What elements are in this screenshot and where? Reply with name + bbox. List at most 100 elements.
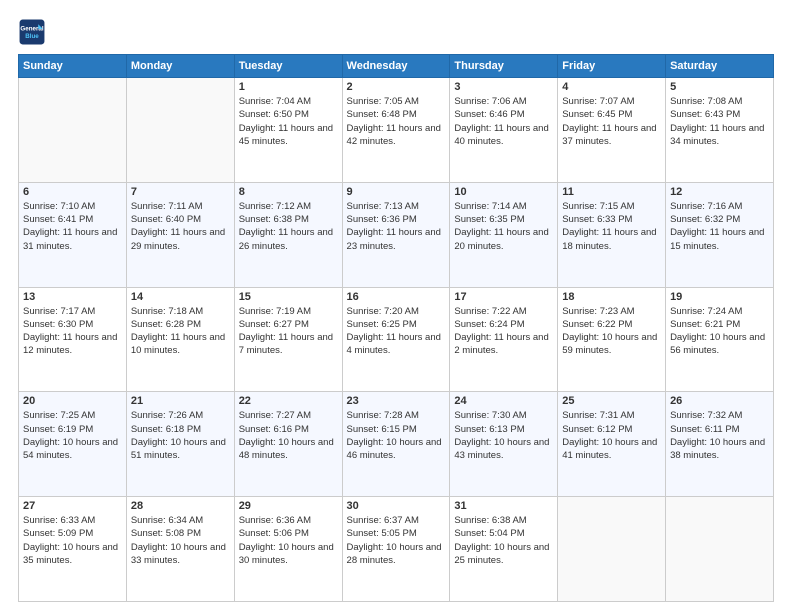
daylight-text: Daylight: 11 hours and 20 minutes.: [454, 226, 553, 253]
calendar-cell: 20 Sunrise: 7:25 AMSunset: 6:19 PMDayligh…: [19, 392, 127, 497]
calendar-cell: [666, 497, 774, 602]
sunset-text: Sunset: 6:21 PM: [670, 318, 769, 331]
day-number: 20: [23, 395, 122, 407]
sunset-text: Sunset: 6:16 PM: [239, 423, 338, 436]
sunrise-text: Sunrise: 7:06 AM: [454, 95, 553, 108]
calendar: SundayMondayTuesdayWednesdayThursdayFrid…: [18, 54, 774, 602]
daylight-text: Daylight: 11 hours and 26 minutes.: [239, 226, 338, 253]
sunrise-text: Sunrise: 7:20 AM: [347, 305, 446, 318]
calendar-cell: 25Sunrise: 7:31 AMSunset: 6:12 PMDayligh…: [558, 392, 666, 497]
logo-icon: General Blue: [18, 18, 46, 46]
calendar-cell: 2Sunrise: 7:05 AMSunset: 6:48 PMDaylight…: [342, 78, 450, 183]
day-number: 16: [347, 291, 446, 303]
sunset-text: Sunset: 6:48 PM: [347, 108, 446, 121]
day-number: 29: [239, 500, 338, 512]
daylight-text: Daylight: 10 hours and 25 minutes.: [454, 541, 553, 568]
daylight-text: Daylight: 11 hours and 7 minutes.: [239, 331, 338, 358]
sunset-text: Sunset: 6:19 PM: [23, 423, 122, 436]
daylight-text: Daylight: 10 hours and 51 minutes.: [131, 436, 230, 463]
daylight-text: Daylight: 10 hours and 38 minutes.: [670, 436, 769, 463]
sunrise-text: Sunrise: 7:28 AM: [347, 409, 446, 422]
sunset-text: Sunset: 6:28 PM: [131, 318, 230, 331]
day-header-friday: Friday: [558, 55, 666, 78]
day-header-wednesday: Wednesday: [342, 55, 450, 78]
day-number: 26: [670, 395, 769, 407]
daylight-text: Daylight: 11 hours and 12 minutes.: [23, 331, 122, 358]
sunset-text: Sunset: 5:09 PM: [23, 527, 122, 540]
day-number: 12: [670, 186, 769, 198]
sunset-text: Sunset: 6:36 PM: [347, 213, 446, 226]
day-header-tuesday: Tuesday: [234, 55, 342, 78]
sunrise-text: Sunrise: 7:16 AM: [670, 200, 769, 213]
sunrise-text: Sunrise: 7:11 AM: [131, 200, 230, 213]
sunset-text: Sunset: 6:24 PM: [454, 318, 553, 331]
sunset-text: Sunset: 6:50 PM: [239, 108, 338, 121]
calendar-cell: 11Sunrise: 7:15 AMSunset: 6:33 PMDayligh…: [558, 182, 666, 287]
calendar-cell: 23Sunrise: 7:28 AMSunset: 6:15 PMDayligh…: [342, 392, 450, 497]
day-number: 7: [131, 186, 230, 198]
day-number: 5: [670, 81, 769, 93]
calendar-header-row: SundayMondayTuesdayWednesdayThursdayFrid…: [19, 55, 774, 78]
sunrise-text: Sunrise: 7:17 AM: [23, 305, 122, 318]
daylight-text: Daylight: 10 hours and 35 minutes.: [23, 541, 122, 568]
daylight-text: Daylight: 10 hours and 46 minutes.: [347, 436, 446, 463]
daylight-text: Daylight: 11 hours and 40 minutes.: [454, 122, 553, 149]
day-number: 18: [562, 291, 661, 303]
sunrise-text: Sunrise: 7:26 AM: [131, 409, 230, 422]
calendar-cell: 14Sunrise: 7:18 AMSunset: 6:28 PMDayligh…: [126, 287, 234, 392]
sunrise-text: Sunrise: 6:37 AM: [347, 514, 446, 527]
calendar-cell: 19Sunrise: 7:24 AMSunset: 6:21 PMDayligh…: [666, 287, 774, 392]
day-header-thursday: Thursday: [450, 55, 558, 78]
day-number: 2: [347, 81, 446, 93]
daylight-text: Daylight: 11 hours and 2 minutes.: [454, 331, 553, 358]
sunrise-text: Sunrise: 7:32 AM: [670, 409, 769, 422]
sunrise-text: Sunrise: 7:12 AM: [239, 200, 338, 213]
sunset-text: Sunset: 6:40 PM: [131, 213, 230, 226]
sunset-text: Sunset: 6:25 PM: [347, 318, 446, 331]
logo: General Blue: [18, 18, 48, 46]
sunset-text: Sunset: 6:41 PM: [23, 213, 122, 226]
sunrise-text: Sunrise: 7:27 AM: [239, 409, 338, 422]
sunrise-text: Sunrise: 7:31 AM: [562, 409, 661, 422]
daylight-text: Daylight: 11 hours and 10 minutes.: [131, 331, 230, 358]
sunset-text: Sunset: 6:15 PM: [347, 423, 446, 436]
calendar-cell: 1Sunrise: 7:04 AMSunset: 6:50 PMDaylight…: [234, 78, 342, 183]
calendar-cell: 27 Sunrise: 6:33 AMSunset: 5:09 PMDayligh…: [19, 497, 127, 602]
sunrise-text: Sunrise: 7:13 AM: [347, 200, 446, 213]
calendar-cell: 13Sunrise: 7:17 AMSunset: 6:30 PMDayligh…: [19, 287, 127, 392]
day-number: 1: [239, 81, 338, 93]
sunset-text: Sunset: 5:06 PM: [239, 527, 338, 540]
sunset-text: Sunset: 5:08 PM: [131, 527, 230, 540]
daylight-text: Daylight: 10 hours and 28 minutes.: [347, 541, 446, 568]
calendar-cell: 12Sunrise: 7:16 AMSunset: 6:32 PMDayligh…: [666, 182, 774, 287]
day-number: 3: [454, 81, 553, 93]
day-number: 27: [23, 500, 122, 512]
calendar-cell: 21Sunrise: 7:26 AMSunset: 6:18 PMDayligh…: [126, 392, 234, 497]
daylight-text: Daylight: 11 hours and 34 minutes.: [670, 122, 769, 149]
daylight-text: Daylight: 11 hours and 23 minutes.: [347, 226, 446, 253]
day-header-sunday: Sunday: [19, 55, 127, 78]
day-number: 10: [454, 186, 553, 198]
daylight-text: Daylight: 11 hours and 31 minutes.: [23, 226, 122, 253]
sunset-text: Sunset: 6:46 PM: [454, 108, 553, 121]
calendar-cell: 18Sunrise: 7:23 AMSunset: 6:22 PMDayligh…: [558, 287, 666, 392]
sunrise-text: Sunrise: 6:33 AM: [23, 514, 122, 527]
day-number: 28: [131, 500, 230, 512]
calendar-cell: 9Sunrise: 7:13 AMSunset: 6:36 PMDaylight…: [342, 182, 450, 287]
calendar-cell: 3 Sunrise: 7:06 AMSunset: 6:46 PMDaylight…: [450, 78, 558, 183]
day-number: 25: [562, 395, 661, 407]
sunset-text: Sunset: 6:18 PM: [131, 423, 230, 436]
calendar-week-2: 6Sunrise: 7:10 AMSunset: 6:41 PMDaylight…: [19, 182, 774, 287]
sunset-text: Sunset: 6:12 PM: [562, 423, 661, 436]
calendar-week-1: 1Sunrise: 7:04 AMSunset: 6:50 PMDaylight…: [19, 78, 774, 183]
day-number: 14: [131, 291, 230, 303]
sunrise-text: Sunrise: 7:25 AM: [23, 409, 122, 422]
calendar-cell: 6Sunrise: 7:10 AMSunset: 6:41 PMDaylight…: [19, 182, 127, 287]
calendar-cell: 8Sunrise: 7:12 AMSunset: 6:38 PMDaylight…: [234, 182, 342, 287]
day-number: 15: [239, 291, 338, 303]
sunset-text: Sunset: 6:22 PM: [562, 318, 661, 331]
daylight-text: Daylight: 10 hours and 54 minutes.: [23, 436, 122, 463]
daylight-text: Daylight: 10 hours and 43 minutes.: [454, 436, 553, 463]
day-number: 31: [454, 500, 553, 512]
calendar-cell: 26Sunrise: 7:32 AMSunset: 6:11 PMDayligh…: [666, 392, 774, 497]
